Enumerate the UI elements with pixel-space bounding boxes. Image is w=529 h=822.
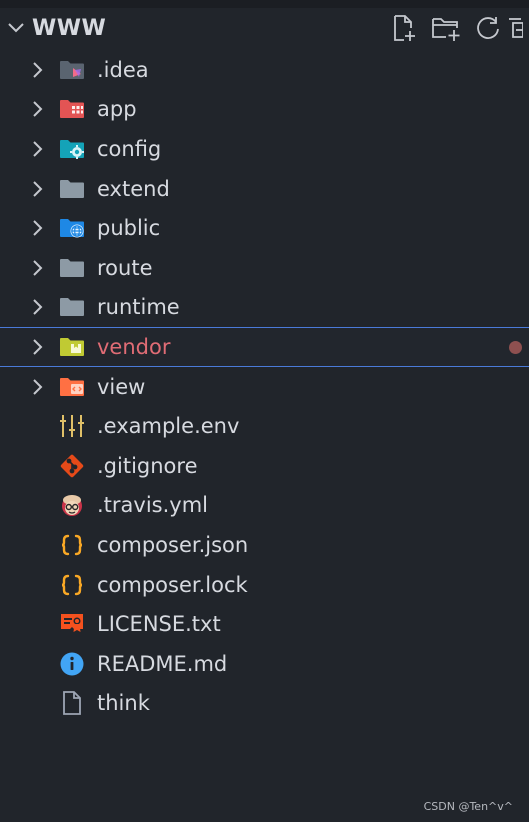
folder-icon [58, 248, 86, 288]
tree-item-label: LICENSE.txt [97, 612, 221, 637]
tree-item-label: extend [97, 176, 170, 201]
tree-item-label: public [97, 216, 161, 241]
chevron-right-icon[interactable] [28, 169, 48, 209]
travis-icon [58, 486, 86, 526]
chevron-right-icon[interactable] [28, 129, 48, 169]
folder-row-extend[interactable]: extend [0, 169, 529, 209]
chevron-right-icon[interactable] [28, 367, 48, 407]
workspace-title: WWW [32, 15, 107, 41]
folder-row-idea[interactable]: .idea [0, 50, 529, 90]
file-tree: .idea app config extend public route runtime ve… [0, 50, 529, 723]
tree-item-label: runtime [97, 295, 180, 320]
tree-item-label: .gitignore [97, 453, 198, 478]
refresh-button[interactable] [467, 8, 509, 48]
new-folder-icon [432, 18, 460, 41]
chevron-right-icon[interactable] [28, 288, 48, 328]
file-row-gitignore[interactable]: .gitignore [0, 446, 529, 486]
tree-item-label: README.md [97, 651, 228, 676]
collapse-all-button[interactable] [509, 8, 529, 48]
folder-icon [58, 169, 86, 209]
json-braces-icon [58, 565, 86, 605]
file-row-travis-yml[interactable]: .travis.yml [0, 486, 529, 526]
chevron-right-icon[interactable] [28, 50, 48, 90]
chevron-right-icon[interactable] [28, 208, 48, 248]
file-row-example-env[interactable]: .example.env [0, 406, 529, 446]
public-folder-icon [58, 208, 86, 248]
new-file-icon [394, 15, 415, 41]
config-folder-icon [58, 129, 86, 169]
file-row-readme-md[interactable]: README.md [0, 644, 529, 684]
folder-icon [58, 288, 86, 328]
file-icon [58, 684, 86, 724]
modified-dot-icon [509, 340, 522, 354]
tree-item-label: view [97, 374, 146, 399]
env-settings-icon [58, 406, 86, 446]
tree-item-label: .travis.yml [97, 493, 209, 518]
tree-item-label: composer.json [97, 532, 249, 557]
file-row-composer-lock[interactable]: composer.lock [0, 565, 529, 605]
file-row-think[interactable]: think [0, 684, 529, 724]
tree-item-label: composer.lock [97, 572, 248, 597]
tree-item-label: route [97, 255, 153, 280]
top-strip [0, 0, 529, 8]
json-braces-icon [58, 525, 86, 565]
tree-item-label: vendor [97, 334, 171, 359]
view-folder-icon [58, 367, 86, 407]
new-file-button[interactable] [383, 8, 425, 48]
watermark: CSDN @Ten^v^ [423, 800, 513, 813]
chevron-right-icon[interactable] [28, 328, 48, 366]
app-folder-icon [58, 90, 86, 130]
new-folder-button[interactable] [425, 8, 467, 48]
info-icon [58, 644, 86, 684]
folder-row-runtime[interactable]: runtime [0, 288, 529, 328]
file-row-license-txt[interactable]: LICENSE.txt [0, 604, 529, 644]
tree-item-label: config [97, 136, 162, 161]
license-icon [58, 604, 86, 644]
refresh-icon [477, 17, 499, 39]
collapse-all-icon [509, 18, 523, 38]
chevron-right-icon[interactable] [28, 248, 48, 288]
tree-item-label: think [97, 691, 150, 716]
tree-item-label: .idea [97, 57, 149, 82]
file-row-composer-json[interactable]: composer.json [0, 525, 529, 565]
folder-row-config[interactable]: config [0, 129, 529, 169]
tree-item-label: .example.env [97, 414, 240, 439]
folder-row-public[interactable]: public [0, 208, 529, 248]
folder-row-app[interactable]: app [0, 90, 529, 130]
explorer-section-header[interactable]: WWW [0, 8, 529, 48]
folder-row-view[interactable]: view [0, 367, 529, 407]
chevron-down-icon[interactable] [0, 8, 32, 48]
idea-folder-icon [58, 50, 86, 90]
folder-row-vendor[interactable]: vendor [0, 327, 529, 367]
chevron-right-icon[interactable] [28, 90, 48, 130]
tree-item-label: app [97, 97, 137, 122]
folder-row-route[interactable]: route [0, 248, 529, 288]
git-icon [58, 446, 86, 486]
vendor-folder-icon [58, 328, 86, 366]
